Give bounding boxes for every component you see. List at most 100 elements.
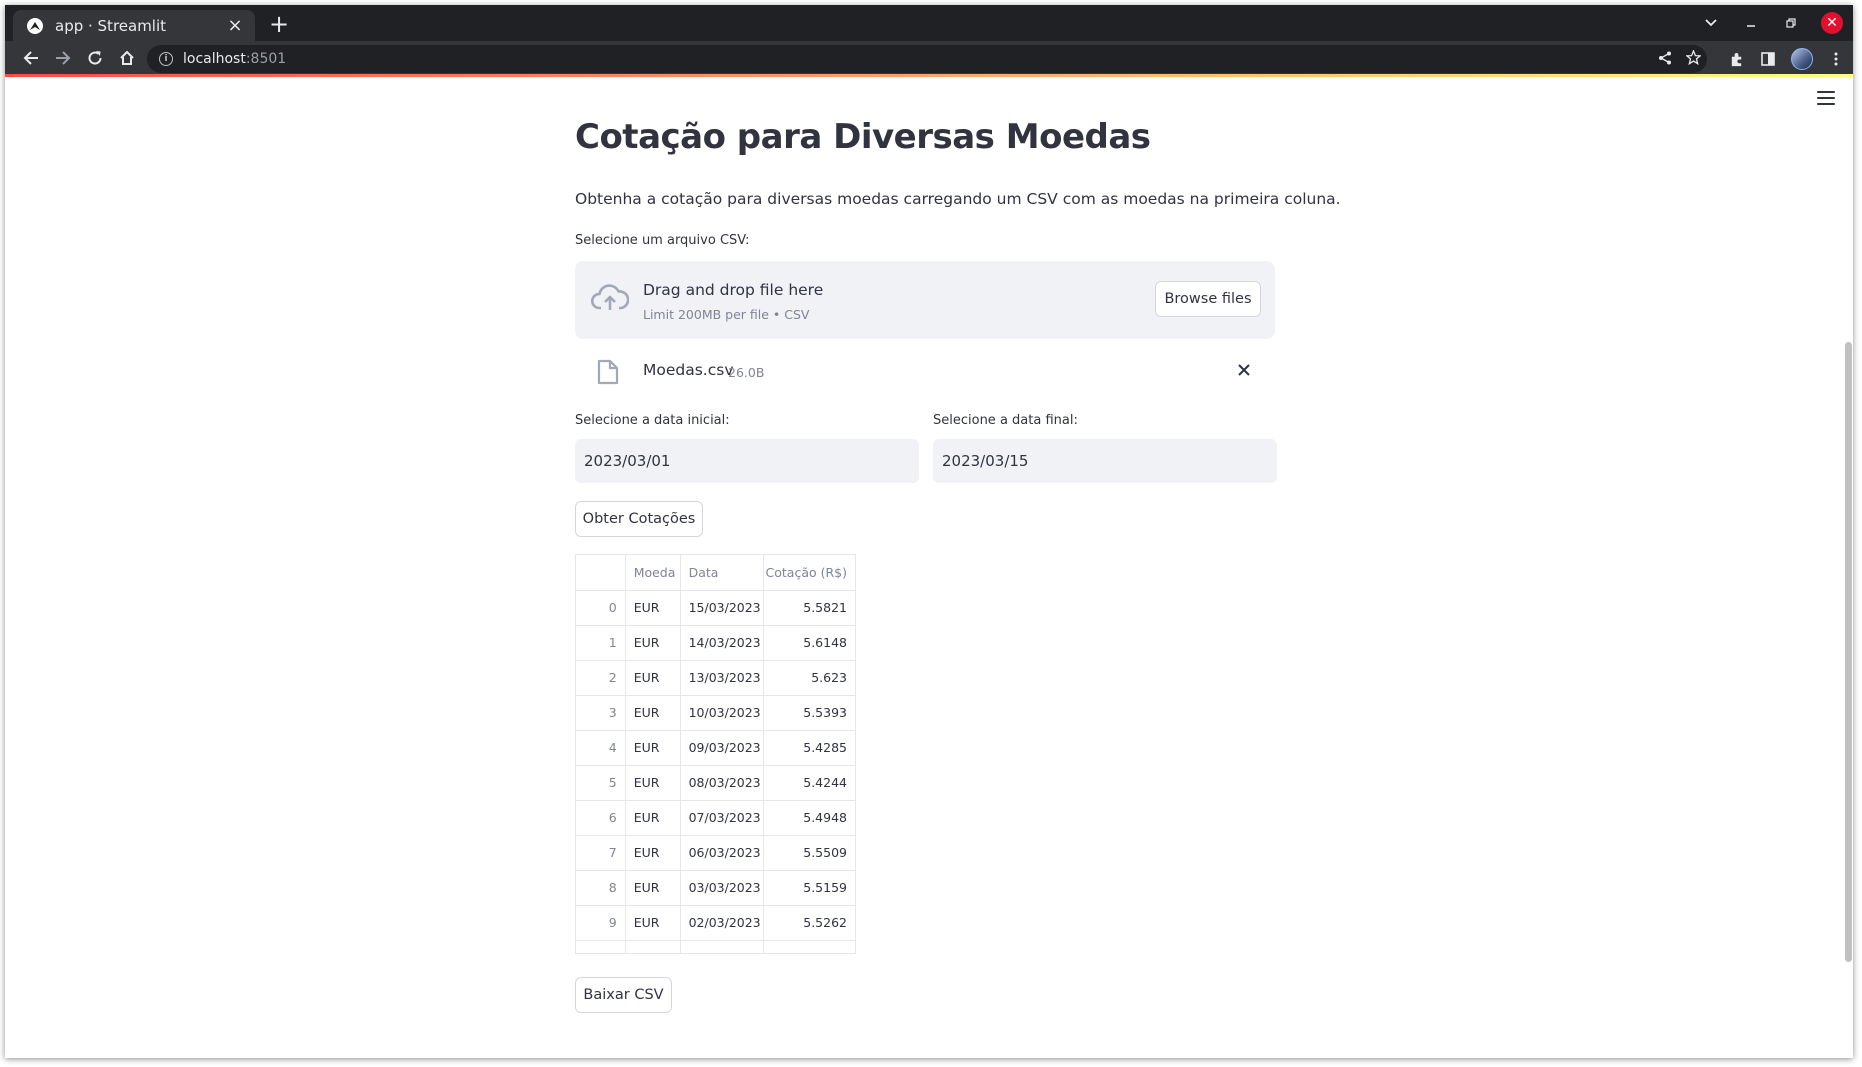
close-icon[interactable]	[1231, 357, 1257, 383]
table-cell-data[interactable]: 09/03/2023	[680, 730, 764, 766]
table-cell-data[interactable]: 02/03/2023	[680, 905, 764, 941]
get-quotes-button[interactable]: Obter Cotações	[575, 501, 703, 537]
table-cell-data[interactable]: 15/03/2023	[680, 590, 764, 626]
table-cell-moeda[interactable]: EUR	[625, 590, 681, 626]
side-panel-icon[interactable]	[1759, 50, 1777, 68]
table-cell-index[interactable]: 9	[576, 905, 626, 941]
browser-tab[interactable]: app · Streamlit ×	[13, 10, 255, 41]
page-title: Cotação para Diversas Moedas	[575, 117, 1151, 157]
extensions-icon[interactable]	[1727, 50, 1745, 68]
table-cell-moeda[interactable]: EUR	[625, 695, 681, 731]
minimize-icon[interactable]	[1735, 7, 1767, 39]
table-cell-empty	[576, 940, 626, 953]
bookmark-star-icon[interactable]	[1685, 48, 1702, 69]
table-cell-cotacao[interactable]: 5.6148	[763, 625, 855, 661]
table-cell-data[interactable]: 13/03/2023	[680, 660, 764, 696]
table-header-row: Moeda Data Cotação (R$)	[576, 555, 855, 591]
browser-toolbar: i localhost:8501	[5, 41, 1853, 77]
dropzone-instructions: Drag and drop file here	[643, 281, 824, 299]
table-cell-index[interactable]: 2	[576, 660, 626, 696]
table-cell-data[interactable]: 06/03/2023	[680, 835, 764, 871]
reload-icon[interactable]	[79, 42, 111, 74]
table-cell-moeda[interactable]: EUR	[625, 765, 681, 801]
back-icon[interactable]	[15, 42, 47, 74]
table-row: 0 EUR 15/03/2023 5.5821	[576, 590, 855, 626]
table-cell-index[interactable]: 3	[576, 695, 626, 731]
table-cell-index[interactable]: 5	[576, 765, 626, 801]
table-cell-data[interactable]: 10/03/2023	[680, 695, 764, 731]
new-tab-icon[interactable]: +	[267, 12, 291, 36]
table-cell-moeda[interactable]: EUR	[625, 660, 681, 696]
table-cell-index[interactable]: 4	[576, 730, 626, 766]
table-cell-cotacao[interactable]: 5.5159	[763, 870, 855, 906]
table-cell-cotacao[interactable]: 5.623	[763, 660, 855, 696]
quotes-dataframe[interactable]: Moeda Data Cotação (R$) 0 EUR 15/03/2023 5.…	[575, 554, 856, 954]
table-cell-data[interactable]: 03/03/2023	[680, 870, 764, 906]
table-cell-moeda[interactable]: EUR	[625, 905, 681, 941]
forward-icon[interactable]	[47, 42, 79, 74]
table-cell-index[interactable]: 1	[576, 625, 626, 661]
table-cell-data[interactable]: 14/03/2023	[680, 625, 764, 661]
hamburger-menu-icon[interactable]	[1817, 91, 1835, 105]
table-cell-cotacao[interactable]: 5.5821	[763, 590, 855, 626]
uploaded-file-name: Moedas.csv	[643, 361, 734, 379]
table-row: 8 EUR 03/03/2023 5.5159	[576, 870, 855, 906]
table-body: 0 EUR 15/03/2023 5.5821 1 EUR 14/03/2023 5.6148…	[576, 590, 855, 953]
file-dropzone[interactable]: Drag and drop file here Limit 200MB per …	[575, 261, 1275, 339]
share-icon[interactable]	[1658, 50, 1672, 69]
end-date-input[interactable]: 2023/03/15	[933, 439, 1277, 483]
site-info-icon[interactable]: i	[159, 52, 173, 66]
file-uploader-label: Selecione um arquivo CSV:	[575, 233, 750, 248]
table-cell-moeda[interactable]: EUR	[625, 730, 681, 766]
dropzone-limit: Limit 200MB per file • CSV	[643, 307, 810, 322]
table-cell-cotacao[interactable]: 5.5393	[763, 695, 855, 731]
table-cell-index[interactable]: 8	[576, 870, 626, 906]
page-viewport: Cotação para Diversas Moedas Obtenha a c…	[5, 77, 1853, 1058]
restore-icon[interactable]	[1775, 7, 1807, 39]
page-scrollbar[interactable]	[1845, 342, 1852, 962]
download-csv-button[interactable]: Baixar CSV	[575, 977, 672, 1013]
browse-files-button[interactable]: Browse files	[1155, 281, 1261, 317]
table-cell-moeda[interactable]: EUR	[625, 870, 681, 906]
table-cell-data[interactable]: 08/03/2023	[680, 765, 764, 801]
kebab-menu-icon[interactable]	[1827, 50, 1845, 68]
tab-bar: app · Streamlit × + ✕	[5, 5, 1853, 41]
uploaded-file-size: 26.0B	[728, 365, 765, 380]
tab-title: app · Streamlit	[55, 16, 167, 35]
table-row: 2 EUR 13/03/2023 5.623	[576, 660, 855, 696]
table-cell-index[interactable]: 7	[576, 835, 626, 871]
table-cell-moeda[interactable]: EUR	[625, 800, 681, 836]
browser-window: app · Streamlit × + ✕ i localhost:8501 …	[5, 5, 1853, 1058]
profile-avatar[interactable]	[1791, 48, 1813, 70]
table-cell-cotacao[interactable]: 5.4244	[763, 765, 855, 801]
table-cell-cotacao[interactable]: 5.4948	[763, 800, 855, 836]
table-cell-index[interactable]: 6	[576, 800, 626, 836]
table-cell-data[interactable]: 07/03/2023	[680, 800, 764, 836]
table-cell-index[interactable]: 0	[576, 590, 626, 626]
table-cell-cotacao[interactable]: 5.5262	[763, 905, 855, 941]
url-port: :8501	[245, 51, 287, 67]
uploaded-file: Moedas.csv 26.0B	[575, 351, 1275, 391]
column-header-cotacao[interactable]: Cotação (R$)	[763, 555, 855, 591]
column-header-index[interactable]	[576, 555, 626, 591]
home-icon[interactable]	[111, 42, 143, 74]
end-date-label: Selecione a data final:	[933, 413, 1078, 428]
table-cell-cotacao[interactable]: 5.5509	[763, 835, 855, 871]
table-cell-moeda[interactable]: EUR	[625, 835, 681, 871]
column-header-data[interactable]: Data	[680, 555, 764, 591]
table-row: 1 EUR 14/03/2023 5.6148	[576, 625, 855, 661]
file-icon	[597, 359, 619, 385]
column-header-moeda[interactable]: Moeda	[625, 555, 681, 591]
address-bar[interactable]: i localhost:8501	[147, 45, 1707, 73]
table-row: 6 EUR 07/03/2023 5.4948	[576, 800, 855, 836]
window-controls: ✕	[1695, 5, 1845, 41]
tab-search-icon[interactable]	[1695, 7, 1727, 39]
start-date-label: Selecione a data inicial:	[575, 413, 730, 428]
window-close-icon[interactable]: ✕	[1821, 12, 1843, 34]
tab-close-icon[interactable]: ×	[225, 15, 245, 36]
table-cell-cotacao[interactable]: 5.4285	[763, 730, 855, 766]
table-cell-empty	[625, 940, 681, 953]
start-date-input[interactable]: 2023/03/01	[575, 439, 919, 483]
table-row: 9 EUR 02/03/2023 5.5262	[576, 905, 855, 941]
table-cell-moeda[interactable]: EUR	[625, 625, 681, 661]
